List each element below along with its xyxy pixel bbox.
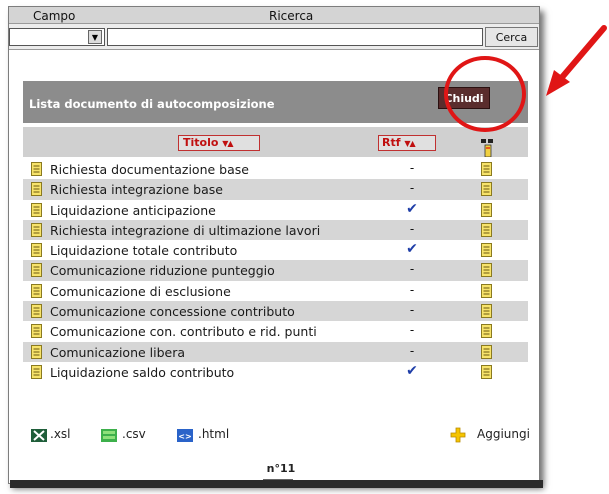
row-title[interactable]: Comunicazione di esclusione: [50, 284, 231, 299]
attachment-icon[interactable]: [481, 243, 493, 258]
campo-label: Campo: [33, 9, 76, 23]
attachment-icon[interactable]: [481, 283, 493, 298]
table-row[interactable]: Richiesta documentazione base -: [23, 159, 528, 179]
table-row[interactable]: Comunicazione con. contributo e rid. pun…: [23, 321, 528, 341]
row-rtf-status: ✔: [406, 362, 418, 379]
row-title[interactable]: Liquidazione totale contributo: [50, 243, 237, 258]
column-header-row: Titolo ▼▲ Rtf ▼▲: [23, 127, 528, 157]
attachment-icon[interactable]: [481, 182, 493, 197]
html-icon[interactable]: <>: [177, 429, 193, 442]
cerca-button[interactable]: Cerca: [485, 27, 538, 47]
row-title[interactable]: Comunicazione libera: [50, 345, 185, 360]
row-title[interactable]: Comunicazione concessione contributo: [50, 304, 295, 319]
search-row: ▼ Cerca: [9, 24, 539, 50]
export-csv-link[interactable]: .csv: [122, 427, 146, 441]
row-title[interactable]: Liquidazione saldo contributo: [50, 365, 234, 380]
ricerca-label: Ricerca: [269, 9, 314, 23]
sort-arrows-icon[interactable]: ▼▲: [222, 139, 233, 148]
export-html-link[interactable]: .html: [198, 427, 229, 441]
row-rtf-status: -: [409, 343, 415, 358]
table-row[interactable]: Liquidazione anticipazione ✔: [23, 200, 528, 220]
window-shadow: [10, 480, 543, 488]
rtf-sort-button[interactable]: Rtf ▼▲: [378, 135, 436, 151]
rtf-column-label: Rtf: [382, 136, 401, 149]
titolo-sort-button[interactable]: Titolo ▼▲: [178, 135, 260, 151]
row-rtf-status: ✔: [406, 200, 418, 217]
ricerca-input[interactable]: [107, 28, 483, 46]
chevron-down-icon[interactable]: ▼: [88, 30, 102, 44]
row-rtf-status: -: [409, 181, 415, 196]
table-row[interactable]: Richiesta integrazione base -: [23, 179, 528, 200]
row-title[interactable]: Liquidazione anticipazione: [50, 203, 216, 218]
csv-icon[interactable]: [101, 429, 117, 442]
row-rtf-status: -: [409, 262, 415, 277]
row-title[interactable]: Richiesta documentazione base: [50, 162, 249, 177]
table-row[interactable]: Liquidazione saldo contributo ✔: [23, 362, 528, 382]
attachment-icon[interactable]: [481, 304, 493, 319]
excel-icon[interactable]: [31, 429, 47, 442]
document-icon[interactable]: [31, 162, 42, 176]
document-icon[interactable]: [31, 364, 42, 379]
document-icon[interactable]: [31, 222, 42, 237]
search-header: Campo Ricerca: [9, 7, 539, 24]
row-title[interactable]: Richiesta integrazione di ultimazione la…: [50, 223, 320, 238]
attachment-icon[interactable]: [481, 364, 493, 379]
attachment-icon[interactable]: [481, 344, 493, 359]
document-icon[interactable]: [31, 263, 42, 278]
document-rows: Richiesta documentazione base - Richiesta …: [23, 159, 528, 382]
row-rtf-status: -: [409, 221, 415, 236]
svg-text:<>: <>: [178, 432, 191, 441]
row-title[interactable]: Comunicazione con. contributo e rid. pun…: [50, 324, 317, 339]
document-icon[interactable]: [31, 344, 42, 359]
document-icon[interactable]: [31, 202, 42, 217]
attachment-icon[interactable]: [481, 222, 493, 237]
attachment-column-icon: [481, 139, 493, 157]
panel-title: Lista documento di autocomposizione: [29, 97, 275, 111]
titolo-column-label: Titolo: [183, 136, 219, 149]
document-icon[interactable]: [31, 283, 42, 298]
plus-icon[interactable]: [449, 427, 467, 444]
attachment-icon[interactable]: [481, 202, 493, 217]
pager-count: n°11: [266, 462, 296, 475]
table-row[interactable]: Comunicazione di esclusione -: [23, 281, 528, 301]
table-row[interactable]: Comunicazione riduzione punteggio -: [23, 260, 528, 281]
table-row[interactable]: Liquidazione totale contributo ✔: [23, 240, 528, 260]
table-row[interactable]: Comunicazione concessione contributo -: [23, 301, 528, 322]
export-bar: .xsl .csv <> .html Aggiungi: [31, 427, 541, 447]
row-title[interactable]: Richiesta integrazione base: [50, 182, 223, 197]
attachment-icon[interactable]: [481, 162, 493, 176]
aggiungi-link[interactable]: Aggiungi: [477, 427, 530, 441]
campo-select[interactable]: ▼: [9, 28, 105, 46]
row-rtf-status: ✔: [406, 241, 418, 258]
table-row[interactable]: Comunicazione libera -: [23, 341, 528, 362]
document-icon[interactable]: [31, 304, 42, 319]
row-rtf-status: -: [409, 323, 415, 338]
highlight-circle: [444, 56, 526, 132]
row-title[interactable]: Comunicazione riduzione punteggio: [50, 263, 275, 278]
document-icon[interactable]: [31, 182, 42, 197]
row-rtf-status: -: [409, 161, 415, 175]
table-row[interactable]: Richiesta integrazione di ultimazione la…: [23, 219, 528, 241]
highlight-arrow-icon: [546, 25, 607, 96]
document-list-panel: Lista documento di autocomposizione Tito…: [23, 77, 528, 462]
export-xsl-link[interactable]: .xsl: [50, 427, 71, 441]
row-rtf-status: -: [409, 282, 415, 297]
row-rtf-status: -: [409, 303, 415, 318]
document-icon[interactable]: [31, 324, 42, 339]
sort-arrows-icon[interactable]: ▼▲: [404, 139, 415, 148]
attachment-icon[interactable]: [481, 263, 493, 278]
attachment-icon[interactable]: [481, 324, 493, 339]
document-icon[interactable]: [31, 243, 42, 258]
